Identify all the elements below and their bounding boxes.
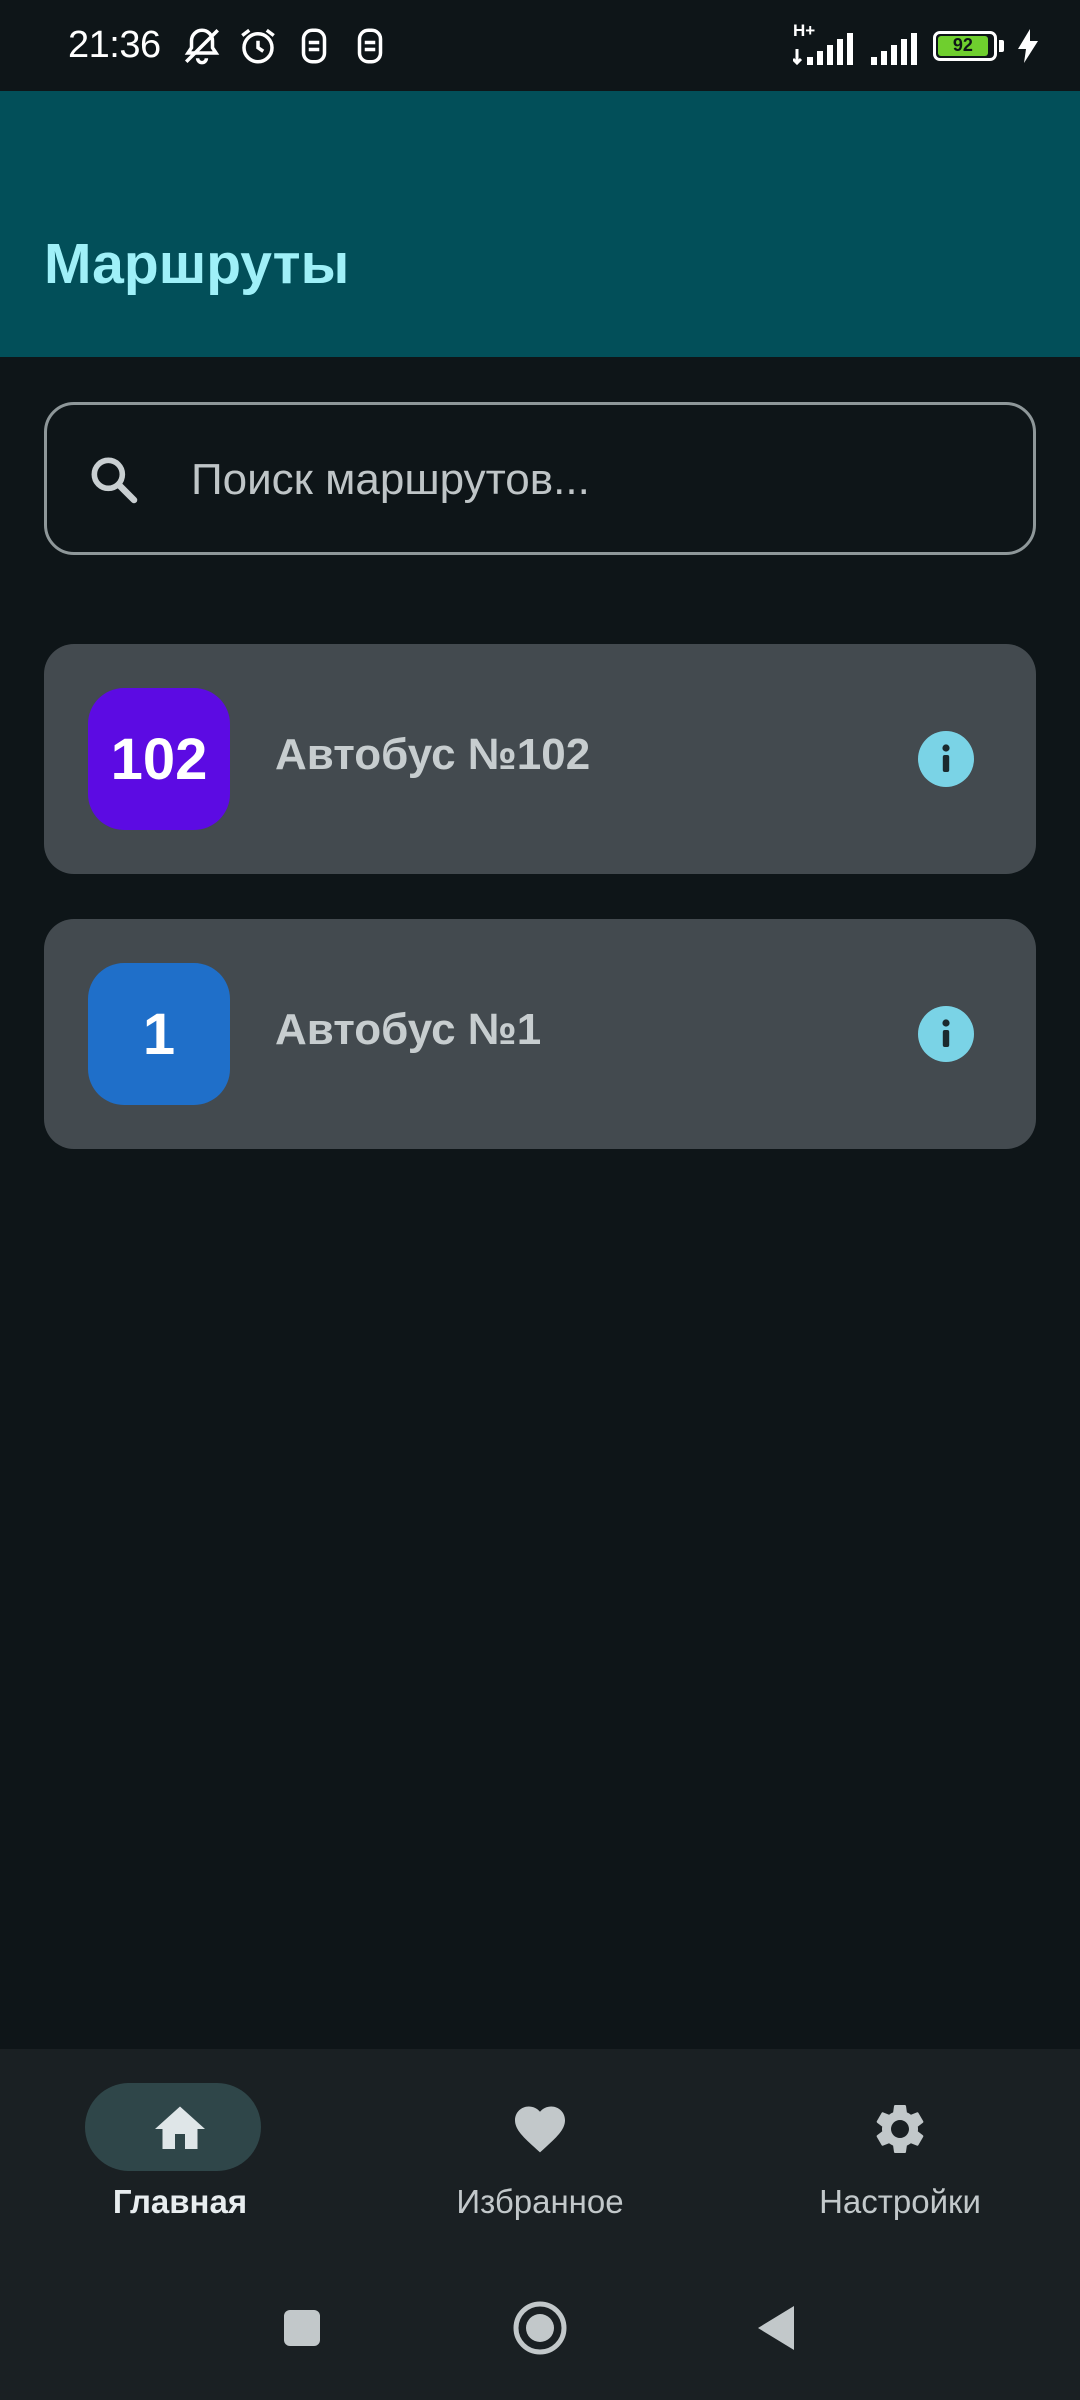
notification-icon (293, 25, 335, 67)
page-title: Маршруты (44, 232, 350, 296)
route-name: Автобус №102 (275, 730, 591, 779)
route-number-badge: 1 (88, 963, 230, 1105)
alarm-icon (237, 25, 279, 67)
charging-icon (1016, 28, 1040, 63)
bottom-navigation: Главная Избранное Настройки (0, 2049, 1080, 2256)
route-number-badge: 102 (88, 688, 230, 830)
home-button[interactable] (508, 2296, 572, 2360)
status-time: 21:36 (68, 24, 161, 66)
battery-icon: 92 (933, 30, 1004, 61)
battery-level: 92 (938, 35, 988, 56)
status-right: H+ 92 (793, 21, 1040, 67)
nav-label-favorites: Избранное (456, 2183, 624, 2220)
search-input[interactable] (191, 435, 991, 525)
signal-icon: H+ (793, 21, 857, 67)
info-icon[interactable] (918, 731, 974, 787)
search-field[interactable] (44, 402, 1036, 555)
route-card[interactable]: 102 Автобус №102 (44, 644, 1036, 874)
nav-item-home[interactable]: Главная (0, 2049, 360, 2256)
notification-icon (349, 25, 391, 67)
battery-cap (999, 39, 1004, 52)
app-bar: Маршруты (0, 91, 1080, 357)
heart-icon (510, 2099, 570, 2159)
recents-button[interactable] (270, 2296, 334, 2360)
nav-item-favorites[interactable]: Избранное (360, 2049, 720, 2256)
home-icon (150, 2099, 210, 2159)
route-card[interactable]: 1 Автобус №1 (44, 919, 1036, 1149)
back-button[interactable] (746, 2296, 810, 2360)
status-bar: 21:36 H+ 92 (0, 0, 1080, 91)
route-name: Автобус №1 (275, 1005, 542, 1054)
nav-label-home: Главная (112, 2183, 248, 2220)
nav-label-settings: Настройки (819, 2183, 981, 2220)
search-icon (85, 451, 141, 507)
nav-item-settings[interactable]: Настройки (720, 2049, 1080, 2256)
gear-icon (870, 2099, 930, 2159)
battery-outline: 92 (933, 30, 997, 61)
signal-icon (869, 25, 921, 67)
mute-icon (181, 25, 223, 67)
system-navigation-bar (0, 2256, 1080, 2400)
info-icon[interactable] (918, 1006, 974, 1062)
status-left: 21:36 (68, 24, 391, 67)
